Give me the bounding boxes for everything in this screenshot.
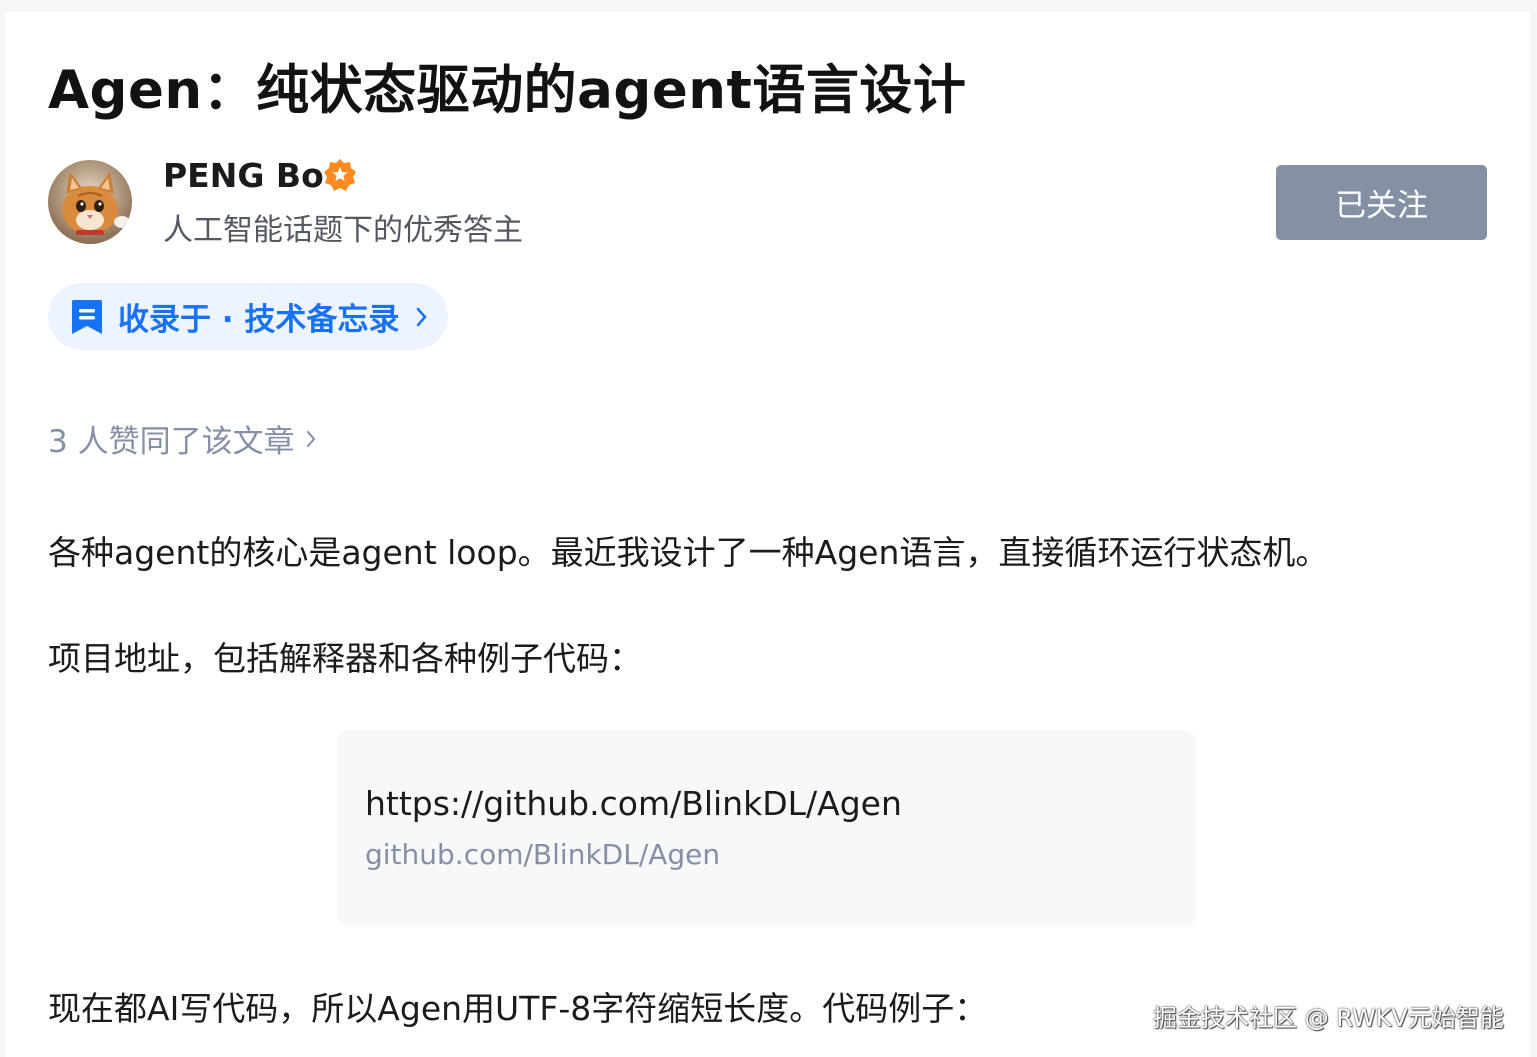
verified-badge-icon [324,159,356,191]
author-name[interactable]: PENG Bo [163,156,324,195]
avatar-cat-image [48,160,132,244]
link-card-url: github.com/BlinkDL/Agen [365,838,721,871]
author-avatar[interactable] [48,160,132,244]
chevron-right-icon [417,307,428,326]
collection-label: 收录于 · 技术备忘录 [118,302,400,338]
chevron-right-icon [306,430,315,447]
article-title: Agen：纯状态驱动的agent语言设计 [48,60,967,121]
likes-text: 3 人赞同了该文章 [48,424,295,460]
follow-button[interactable]: 已关注 [1276,165,1487,240]
article-card: Agen：纯状态驱动的agent语言设计 PENG Bo 人工智能话题下的优秀答… [5,12,1530,1057]
watermark: 掘金技术社区 @ RWKV元始智能 [1153,1004,1504,1032]
bookmark-icon [72,299,102,334]
body-paragraph: 项目地址，包括解释器和各种例子代码： [48,639,642,678]
link-card[interactable]: https://github.com/BlinkDL/Agen github.c… [338,730,1196,927]
body-paragraph: 各种agent的核心是agent loop。最近我设计了一种Agen语言，直接循… [48,533,1329,572]
likes-link[interactable]: 3 人赞同了该文章 [48,416,317,461]
collection-link[interactable]: 收录于 · 技术备忘录 [48,283,448,350]
body-paragraph: 现在都AI写代码，所以Agen用UTF-8字符缩短长度。代码例子： [48,989,988,1028]
author-description: 人工智能话题下的优秀答主 [163,213,523,248]
link-card-title: https://github.com/BlinkDL/Agen [365,784,902,823]
